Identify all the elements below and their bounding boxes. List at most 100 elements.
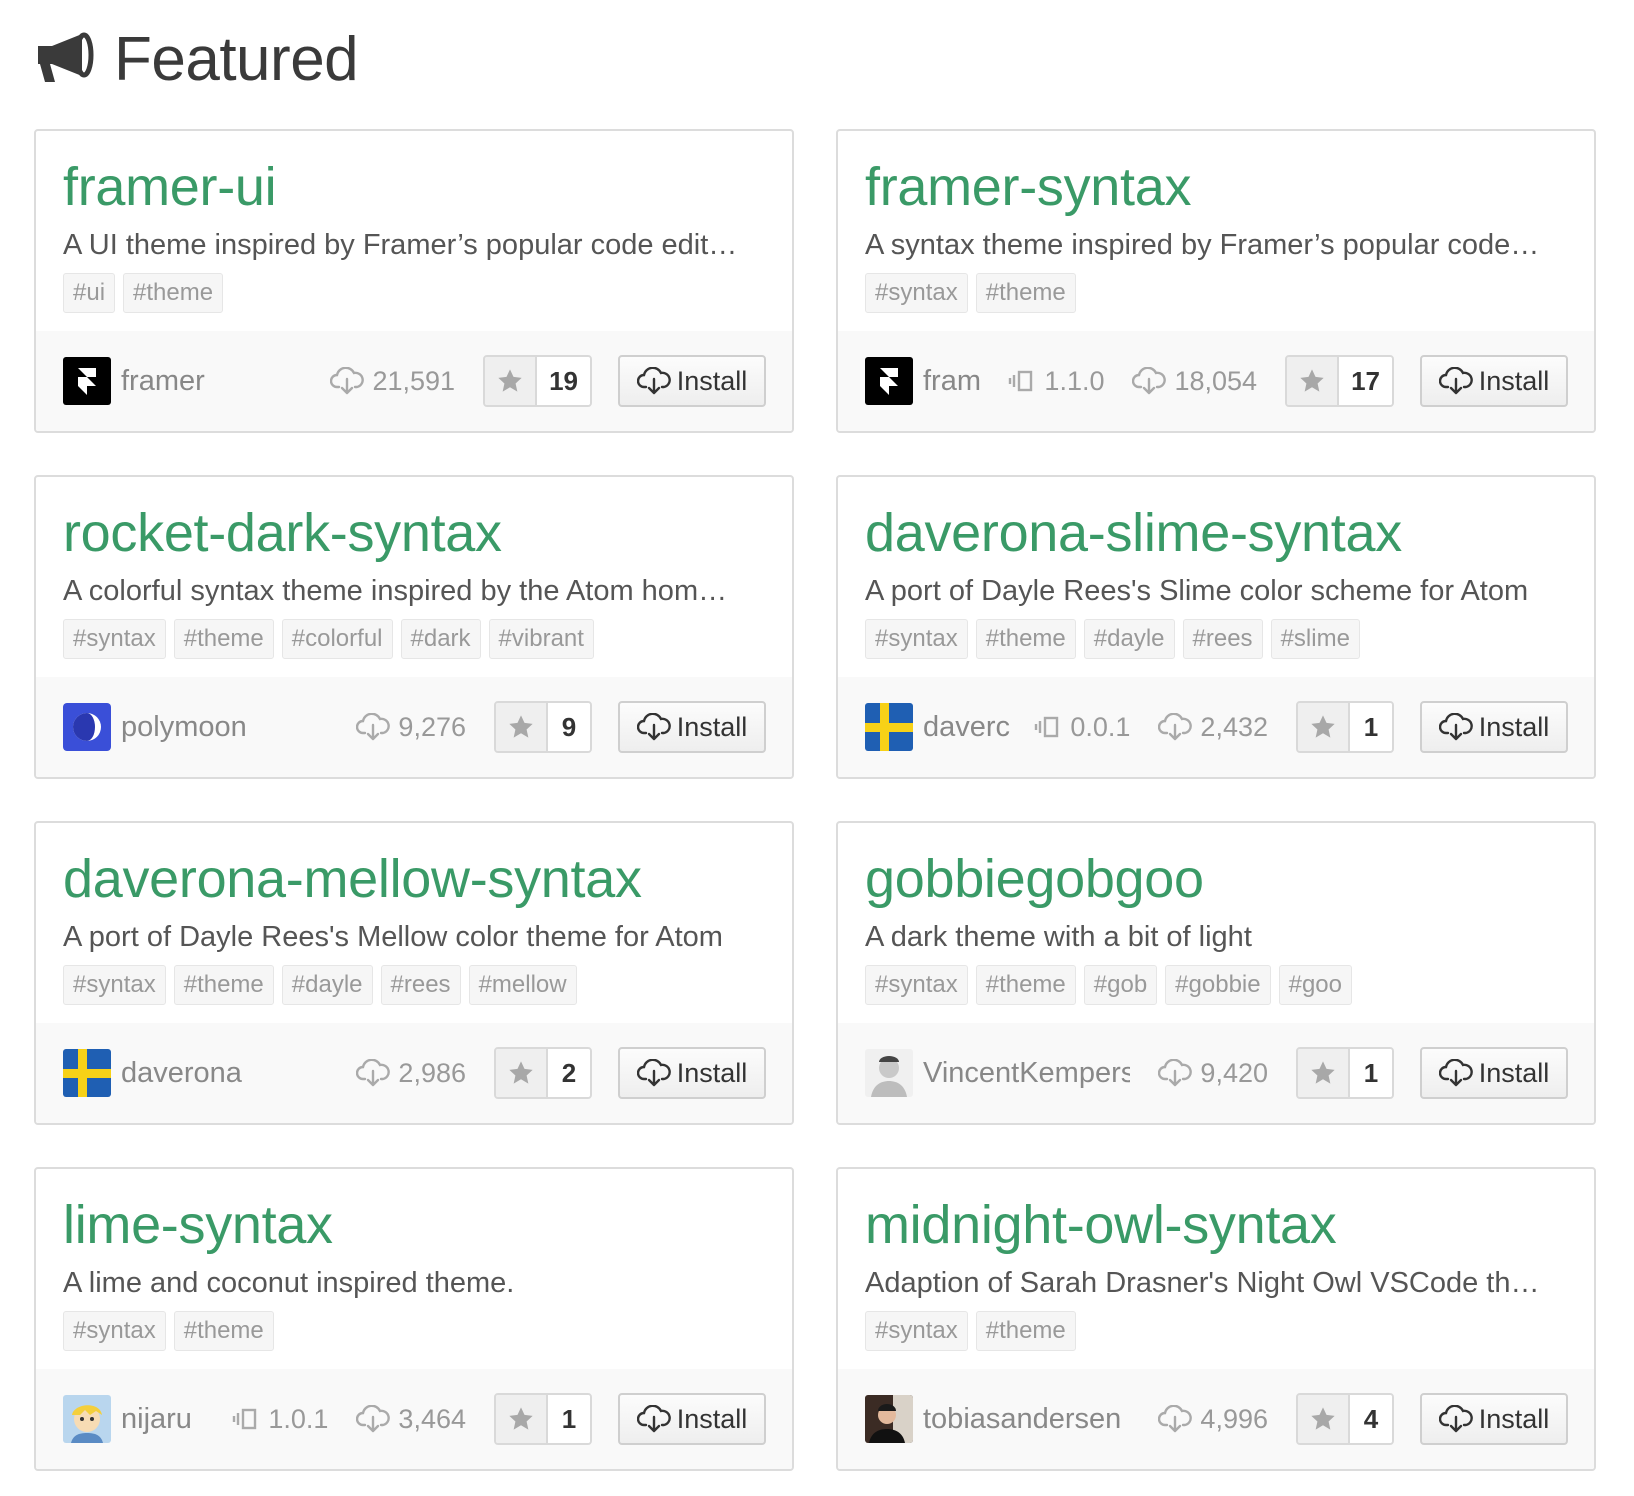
package-tag[interactable]: #syntax <box>865 273 968 313</box>
star-button[interactable] <box>1298 1395 1350 1443</box>
package-tag[interactable]: #dayle <box>281 965 373 1005</box>
author-avatar[interactable] <box>865 1049 913 1097</box>
author-avatar[interactable] <box>63 357 111 405</box>
package-name-link[interactable]: lime-syntax <box>63 1193 765 1257</box>
download-icon <box>356 1405 391 1433</box>
author-avatar[interactable] <box>63 1049 111 1097</box>
author-link[interactable]: framer <box>121 365 205 398</box>
download-icon <box>1158 1405 1193 1433</box>
star-icon <box>1311 1407 1335 1430</box>
star-button[interactable] <box>496 1395 548 1443</box>
package-tag[interactable]: #theme <box>975 965 1076 1005</box>
package-card: lime-syntax A lime and coconut inspired … <box>34 1167 794 1471</box>
package-name-link[interactable]: daverona-slime-syntax <box>865 501 1567 565</box>
star-button-group: 1 <box>1296 1047 1394 1099</box>
install-label: Install <box>1478 711 1550 742</box>
author-avatar[interactable] <box>865 357 913 405</box>
author-link[interactable]: nijaru <box>121 1403 192 1436</box>
star-count[interactable]: 19 <box>537 357 590 405</box>
author-link[interactable]: tobiasandersen <box>923 1403 1121 1436</box>
download-icon <box>356 713 391 741</box>
install-button[interactable]: Install <box>1420 355 1568 407</box>
download-count: 18,054 <box>1174 365 1258 396</box>
install-icon <box>1438 1405 1473 1433</box>
package-name-link[interactable]: daverona-mellow-syntax <box>63 847 765 911</box>
package-name-link[interactable]: midnight-owl-syntax <box>865 1193 1567 1257</box>
package-tag[interactable]: #vibrant <box>488 619 594 659</box>
author-avatar[interactable] <box>63 1395 111 1443</box>
package-tag[interactable]: #goo <box>1278 965 1352 1005</box>
package-tag[interactable]: #rees <box>1182 619 1263 659</box>
package-name-link[interactable]: framer-ui <box>63 155 765 219</box>
package-tag[interactable]: #slime <box>1270 619 1360 659</box>
install-button[interactable]: Install <box>618 355 766 407</box>
author-link[interactable]: fram <box>923 365 981 398</box>
package-tag[interactable]: #syntax <box>63 619 166 659</box>
star-button[interactable] <box>496 1049 548 1097</box>
package-downloads: 4,996 <box>1158 1404 1268 1435</box>
package-tag[interactable]: #theme <box>975 1311 1076 1351</box>
install-button[interactable]: Install <box>1420 1393 1568 1445</box>
package-name-link[interactable]: rocket-dark-syntax <box>63 501 765 565</box>
author-avatar[interactable] <box>865 703 913 751</box>
version-number: 1.1.0 <box>1044 365 1105 396</box>
package-tag[interactable]: #syntax <box>865 619 968 659</box>
author-avatar[interactable] <box>63 703 111 751</box>
package-tag[interactable]: #mellow <box>468 965 577 1005</box>
package-tag[interactable]: #theme <box>173 965 274 1005</box>
author-link[interactable]: daverona <box>121 1057 242 1090</box>
star-count[interactable]: 17 <box>1339 357 1392 405</box>
package-tag[interactable]: #ui <box>63 273 116 313</box>
star-count[interactable]: 2 <box>548 1049 590 1097</box>
install-icon <box>1438 1059 1473 1087</box>
package-tag[interactable]: #dayle <box>1083 619 1175 659</box>
install-button[interactable]: Install <box>618 1393 766 1445</box>
star-button[interactable] <box>496 703 548 751</box>
download-icon <box>1158 713 1193 741</box>
package-tag[interactable]: #theme <box>975 619 1076 659</box>
package-tag[interactable]: #theme <box>173 1311 274 1351</box>
version-icon <box>233 1408 257 1430</box>
package-tag[interactable]: #gob <box>1083 965 1158 1005</box>
install-button[interactable]: Install <box>618 701 766 753</box>
package-tag[interactable]: #syntax <box>865 965 968 1005</box>
star-button-group: 4 <box>1296 1393 1394 1445</box>
install-button[interactable]: Install <box>1420 701 1568 753</box>
package-tags: #ui #theme <box>63 273 765 313</box>
author-link[interactable]: VincentKempers <box>923 1057 1130 1090</box>
package-tag[interactable]: #syntax <box>865 1311 968 1351</box>
install-label: Install <box>1478 1057 1550 1088</box>
package-tag[interactable]: #theme <box>123 273 224 313</box>
star-count[interactable]: 1 <box>548 1395 590 1443</box>
star-count[interactable]: 1 <box>1350 703 1392 751</box>
star-button[interactable] <box>1287 357 1340 405</box>
package-tag[interactable]: #colorful <box>281 619 393 659</box>
star-button[interactable] <box>1298 1049 1350 1097</box>
package-tag[interactable]: #gobbie <box>1165 965 1271 1005</box>
package-tag[interactable]: #theme <box>975 273 1076 313</box>
star-button[interactable] <box>485 357 538 405</box>
author-link[interactable]: polymoon <box>121 711 247 744</box>
package-tag[interactable]: #syntax <box>63 1311 166 1351</box>
author-avatar[interactable] <box>865 1395 913 1443</box>
star-count[interactable]: 1 <box>1350 1049 1392 1097</box>
download-icon <box>356 1059 391 1087</box>
package-tag[interactable]: #rees <box>380 965 461 1005</box>
star-count[interactable]: 4 <box>1350 1395 1392 1443</box>
star-icon <box>1311 715 1335 738</box>
package-description: A port of Dayle Rees's Mellow color them… <box>63 921 723 953</box>
author-link[interactable]: daverc <box>923 711 1010 744</box>
package-version: 1.0.1 <box>232 1404 328 1435</box>
install-button[interactable]: Install <box>618 1047 766 1099</box>
package-tag[interactable]: #dark <box>400 619 481 659</box>
package-tags: #syntax #theme #colorful #dark #vibrant <box>63 619 765 659</box>
package-tag[interactable]: #syntax <box>63 965 166 1005</box>
star-button[interactable] <box>1298 703 1350 751</box>
install-button[interactable]: Install <box>1420 1047 1568 1099</box>
package-tag[interactable]: #theme <box>173 619 274 659</box>
star-count[interactable]: 9 <box>548 703 590 751</box>
package-card: daverona-slime-syntax A port of Dayle Re… <box>836 475 1596 779</box>
package-meta: tobiasandersen 4,996 4 Install <box>838 1369 1594 1469</box>
package-name-link[interactable]: framer-syntax <box>865 155 1567 219</box>
package-name-link[interactable]: gobbiegobgoo <box>865 847 1567 911</box>
